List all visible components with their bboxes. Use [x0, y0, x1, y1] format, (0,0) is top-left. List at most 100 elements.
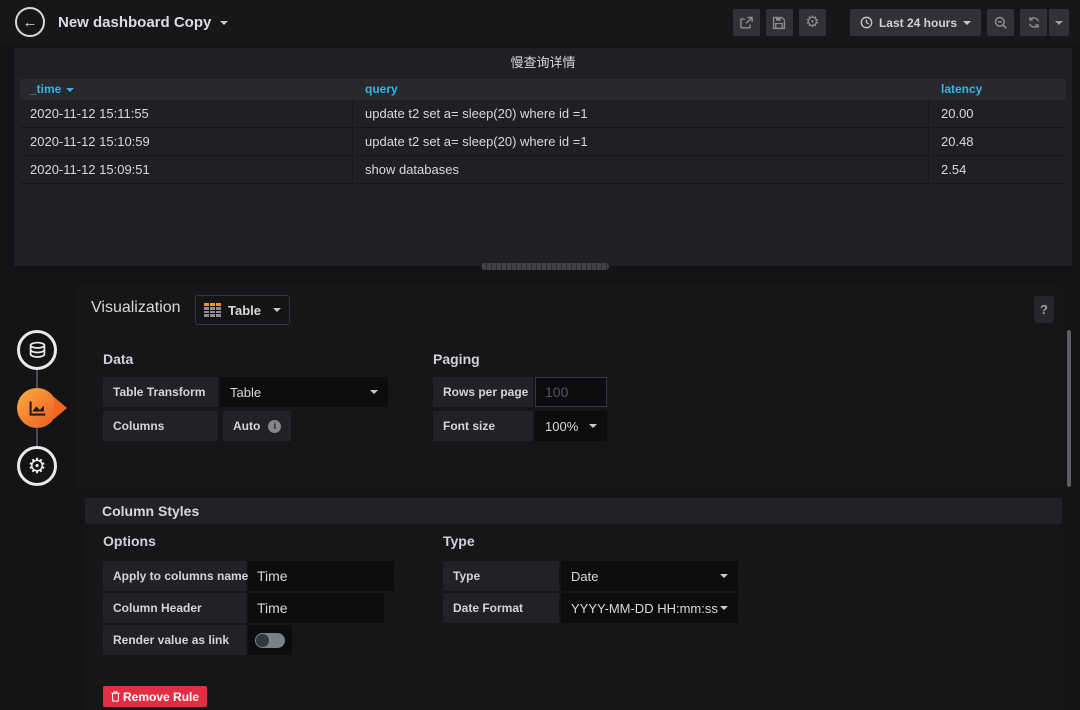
rows-per-page-label: Rows per page [433, 377, 533, 407]
column-divider [928, 100, 929, 127]
dashboard-title-dropdown[interactable]: New dashboard Copy [58, 0, 228, 45]
date-format-dropdown[interactable]: YYYY-MM-DD HH:mm:ss [561, 593, 738, 623]
back-arrow-icon: ← [23, 14, 38, 31]
scrollbar-thumb[interactable] [1067, 330, 1071, 487]
help-button[interactable]: ? [1034, 296, 1054, 323]
visualization-type-dropdown[interactable]: Table [195, 295, 290, 325]
chevron-down-icon [589, 424, 597, 428]
column-divider [928, 128, 929, 155]
panel-resize-handle[interactable] [481, 263, 609, 270]
column-divider [352, 156, 353, 183]
font-size-row: Font size 100% [433, 411, 607, 441]
table-panel: 慢查询详情 _time query latency 2020-11-12 15:… [14, 48, 1072, 266]
type-dropdown[interactable]: Date [561, 561, 738, 591]
chevron-down-icon [220, 21, 228, 25]
options-section-heading: Options [103, 533, 156, 549]
rows-per-page-row: Rows per page [433, 377, 607, 407]
save-icon [772, 16, 786, 30]
cell-time: 2020-11-12 15:10:59 [30, 128, 150, 156]
clock-icon [860, 16, 873, 29]
table-row[interactable]: 2020-11-12 15:11:55 update t2 set a= sle… [20, 100, 1066, 128]
date-format-label: Date Format [443, 593, 559, 623]
table-row[interactable]: 2020-11-12 15:10:59 update t2 set a= sle… [20, 128, 1066, 156]
visualization-heading: Visualization [91, 299, 181, 317]
type-section-heading: Type [443, 533, 475, 549]
refresh-button[interactable] [1020, 9, 1047, 36]
apply-columns-row: Apply to columns named [103, 561, 394, 591]
chevron-down-icon [370, 390, 378, 394]
tab-queries[interactable] [17, 330, 57, 370]
cell-time: 2020-11-12 15:09:51 [30, 156, 150, 184]
dashboard-title: New dashboard Copy [58, 14, 211, 31]
column-header-latency[interactable]: latency [941, 79, 982, 100]
apply-columns-input[interactable] [248, 561, 394, 591]
render-link-row: Render value as link [103, 625, 292, 655]
type-row: Type Date [443, 561, 738, 591]
toggle-off-icon [255, 633, 285, 648]
chevron-down-icon [273, 308, 281, 312]
apply-columns-label: Apply to columns named [103, 561, 246, 591]
visualization-type-label: Table [228, 303, 266, 318]
save-button[interactable] [766, 9, 793, 36]
zoom-out-time-button[interactable] [987, 9, 1014, 36]
cell-latency: 20.48 [941, 128, 974, 156]
time-range-label: Last 24 hours [879, 16, 957, 30]
table-transform-label: Table Transform [103, 377, 218, 407]
info-icon[interactable]: i [268, 420, 281, 433]
navbar-actions: ⚙ Last 24 hours [727, 9, 1069, 36]
remove-rule-button[interactable]: Remove Rule [103, 686, 207, 707]
type-label: Type [443, 561, 559, 591]
refresh-icon [1027, 16, 1041, 29]
column-styles-card: Options Apply to columns named Column He… [85, 524, 1062, 710]
column-header-query[interactable]: query [365, 79, 398, 100]
column-header-time[interactable]: _time [30, 79, 74, 100]
grafana-dashboard-editor: ← New dashboard Copy ⚙ [0, 0, 1080, 710]
column-header-row: Column Header [103, 593, 384, 623]
tab-visualization[interactable] [17, 388, 57, 428]
rows-per-page-input[interactable] [535, 377, 607, 407]
sort-desc-icon [66, 88, 74, 92]
column-divider [352, 128, 353, 155]
zoom-out-icon [994, 16, 1008, 30]
columns-row: Columns Auto i [103, 411, 291, 441]
chevron-down-icon [720, 606, 728, 610]
render-link-toggle[interactable] [248, 625, 292, 655]
column-styles-heading: Column Styles [85, 498, 1062, 524]
render-link-label: Render value as link [103, 625, 246, 655]
chart-icon [27, 399, 48, 418]
share-icon [739, 16, 754, 30]
tab-general[interactable]: ⚙ [17, 446, 57, 486]
dashboard-settings-button[interactable]: ⚙ [799, 9, 826, 36]
font-size-dropdown[interactable]: 100% [535, 411, 607, 441]
chevron-down-icon [720, 574, 728, 578]
chevron-down-icon [963, 21, 971, 25]
column-divider [352, 100, 353, 127]
table-transform-dropdown[interactable]: Table [220, 377, 388, 407]
visualization-card: Visualization Table ? Data Table Transfo… [75, 285, 1063, 487]
column-header-input[interactable] [248, 593, 384, 623]
date-format-row: Date Format YYYY-MM-DD HH:mm:ss [443, 593, 738, 623]
remove-rule-label: Remove Rule [123, 690, 199, 704]
column-divider [928, 156, 929, 183]
refresh-interval-dropdown[interactable] [1049, 9, 1069, 36]
back-button[interactable]: ← [15, 7, 45, 37]
columns-label: Columns [103, 411, 218, 441]
time-range-button[interactable]: Last 24 hours [850, 9, 981, 36]
selected-tab-arrow [54, 397, 67, 419]
columns-value: Auto i [223, 411, 291, 441]
cell-latency: 2.54 [941, 156, 966, 184]
font-size-label: Font size [433, 411, 533, 441]
share-button[interactable] [733, 9, 760, 36]
gear-icon: ⚙ [805, 15, 819, 31]
chevron-down-icon [1055, 21, 1063, 25]
cell-time: 2020-11-12 15:11:55 [30, 100, 149, 128]
cell-query: update t2 set a= sleep(20) where id =1 [365, 100, 588, 128]
paging-section-heading: Paging [433, 351, 480, 367]
table-icon [204, 303, 221, 317]
cell-latency: 20.00 [941, 100, 974, 128]
cell-query: show databases [365, 156, 459, 184]
panel-title[interactable]: 慢查询详情 [14, 48, 1072, 74]
table-row[interactable]: 2020-11-12 15:09:51 show databases 2.54 [20, 156, 1066, 184]
navbar: ← New dashboard Copy ⚙ [0, 0, 1080, 45]
table-header-row: _time query latency [20, 79, 1066, 100]
